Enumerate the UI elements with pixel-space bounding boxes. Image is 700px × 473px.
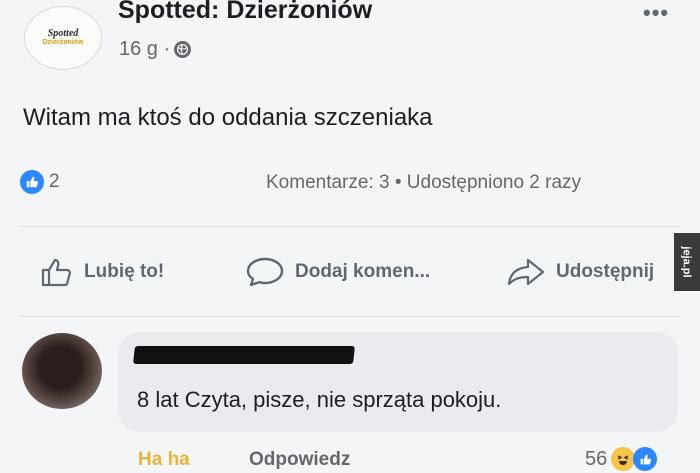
comment-text: 8 lat Czyta, pisze, nie sprząta pokoju.	[137, 387, 502, 412]
globe-icon	[174, 41, 192, 58]
reply-button[interactable]: Odpowiedz	[249, 449, 350, 471]
post-text: Witam ma ktoś do oddania szczeniaka	[23, 104, 433, 131]
post-time[interactable]: 16 g ·	[119, 38, 170, 61]
reaction-summary[interactable]: 2	[20, 170, 60, 194]
share-label: Udostępnij	[556, 261, 655, 282]
post-stats[interactable]: Komentarze: 3 • Udostępniono 2 razy	[266, 172, 581, 194]
like-icon	[41, 258, 71, 287]
comment-reactions[interactable]: 56	[585, 447, 658, 471]
logo-text: Spotted	[47, 28, 79, 39]
divider	[20, 226, 680, 227]
watermark: jeja.pl	[674, 233, 700, 291]
like-label: Lubię to!	[84, 261, 165, 282]
page-avatar[interactable]: Spotted Dzierżoniów	[24, 6, 102, 70]
haha-reaction-button[interactable]: Ha ha	[138, 449, 190, 471]
like-count: 2	[49, 171, 60, 192]
comment-icon	[246, 257, 284, 287]
like-badge-icon	[20, 170, 44, 194]
commenter-avatar[interactable]	[22, 333, 102, 409]
more-options-button[interactable]: •••	[643, 0, 669, 26]
post-meta: 16 g ·	[119, 38, 192, 61]
watermark-text: jeja.pl	[681, 246, 693, 278]
comment-label: Dodaj komen...	[295, 261, 431, 282]
haha-emoji-icon	[611, 447, 636, 471]
share-button[interactable]: Udostępnij	[506, 256, 654, 288]
divider	[20, 316, 680, 317]
comment-button[interactable]: Dodaj komen...	[245, 256, 430, 288]
like-badge-icon	[633, 447, 658, 471]
comment-reaction-count: 56	[585, 447, 608, 470]
redacted-name	[133, 346, 355, 364]
share-icon	[507, 258, 545, 286]
more-icon: •••	[643, 0, 670, 25]
like-button[interactable]: Lubię to!	[40, 256, 164, 288]
logo-subtext: Dzierżoniów	[42, 39, 84, 46]
page-name[interactable]: Spotted: Dzierżoniów	[118, 0, 372, 25]
